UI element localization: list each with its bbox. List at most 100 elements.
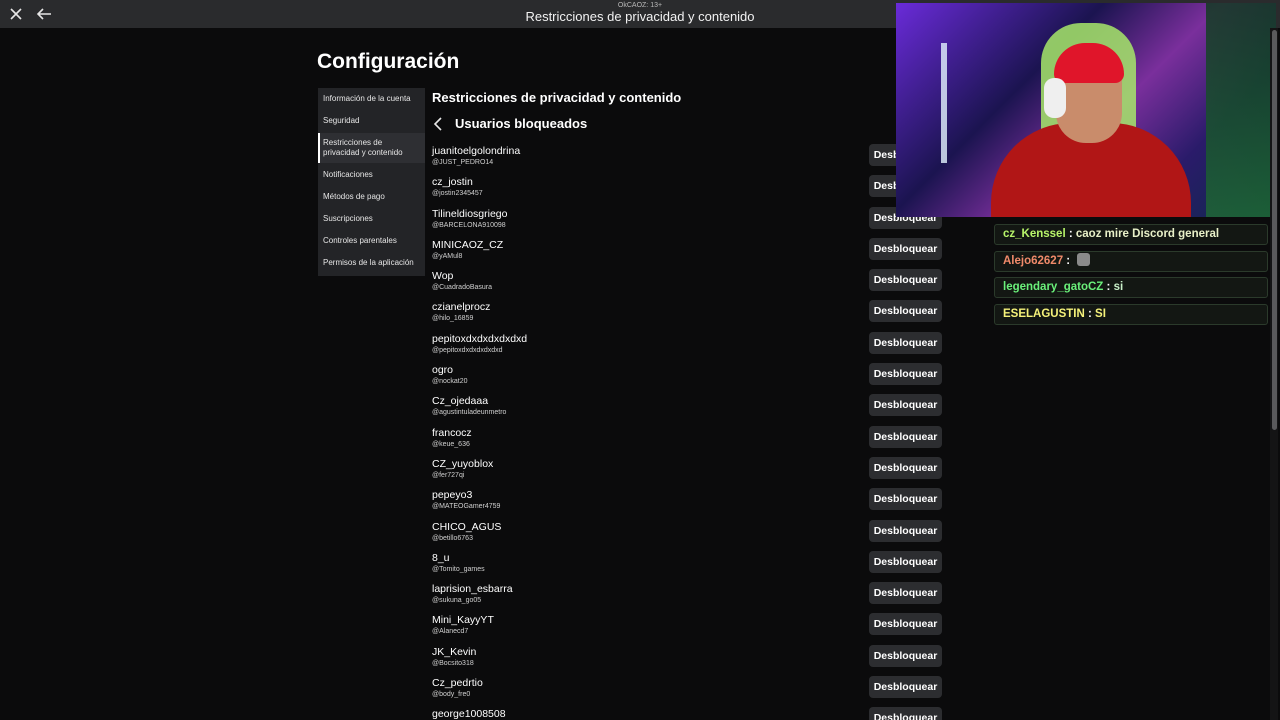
blocked-user-handle: @nockat20 <box>432 378 468 386</box>
chat-separator: : <box>1063 254 1074 267</box>
blocked-user-name[interactable]: Mini_KayyYT <box>432 614 494 626</box>
unblock-button[interactable]: Desbloquear <box>869 613 942 636</box>
blocked-user-row: juanitoelgolondrina@JUST_PEDRO14Desbloqu… <box>432 144 942 175</box>
blocked-user-row: ogro @nockat20 Desbloquear <box>432 363 942 394</box>
blocked-user-handle: @JUST_PEDRO14 <box>432 159 494 166</box>
blocked-user-name[interactable]: juanitoelgolondrina <box>432 145 520 157</box>
blocked-user-row: francocz @keue_636 Desbloquear <box>432 425 942 457</box>
unblock-button[interactable]: Desbloquear <box>869 519 942 542</box>
blocked-user-name[interactable]: francocz <box>432 427 472 439</box>
blocked-user-handle: @Bocsito318 <box>432 659 474 667</box>
settings-sidebar: Información de la cuenta Seguridad Restr… <box>318 88 425 276</box>
unblock-button[interactable]: Desbloquear <box>869 425 942 448</box>
blocked-user-row: MINICAOZ_CZ @yAMul8 Desbloquear <box>432 237 942 269</box>
blocked-user-row: czianelprocz @hilo_16859 Desbloquear <box>432 300 942 331</box>
sidebar-item-notifications[interactable]: Notificaciones <box>318 170 425 180</box>
chat-username: cz_Kenssel <box>1003 228 1066 240</box>
stream-chat: cz_Kenssel : caoz mire Discord general Al… <box>994 224 1268 331</box>
sidebar-item-parental-controls[interactable]: Controles parentales <box>318 236 425 246</box>
blocked-user-row: JK_Kevin @Bocsito318 Desbloquear <box>432 644 942 676</box>
blocked-user-handle: @hilo_16859 <box>432 315 474 323</box>
blocked-user-row: 8_u @Tomito_games Desbloquear <box>432 550 942 582</box>
blocked-user-name[interactable]: Cz_ojedaaa <box>432 395 488 407</box>
unblock-button[interactable]: Desbloquear <box>869 300 942 323</box>
sidebar-item-payment-methods[interactable]: Métodos de pago <box>318 192 425 202</box>
blocked-user-name[interactable]: CZ_yuyoblox <box>432 458 493 470</box>
subsection-back-button[interactable] <box>432 116 444 132</box>
unblock-button[interactable]: Desbloquear <box>869 644 942 667</box>
chat-emote-icon <box>1077 252 1091 266</box>
light-strip <box>941 43 947 163</box>
blocked-user-handle: @keue_636 <box>432 440 470 448</box>
blocked-users-list: juanitoelgolondrina @JUST_PEDRO14 Desbloqu… <box>432 144 942 720</box>
chat-text: SI <box>1095 308 1106 321</box>
blocked-user-name[interactable]: pepitoxdxdxdxdxdxd <box>432 333 527 345</box>
chat-separator: : <box>1103 281 1114 294</box>
blocked-user-handle: @Tomito_games <box>432 565 485 573</box>
blocked-user-row: pepeyo3 @MATEOGamer4759 Desbloquear <box>432 488 942 519</box>
blocked-user-name[interactable]: czianelprocz <box>432 301 490 313</box>
blocked-user-name[interactable]: ogro <box>432 364 453 376</box>
chat-text: si <box>1113 281 1124 294</box>
unblock-button[interactable]: Desbloquear <box>869 707 942 720</box>
blocked-user-row: CHICO_AGUS @betillo6763 Desbloquear <box>432 519 942 551</box>
blocked-user-name[interactable]: Wop <box>432 270 453 282</box>
unblock-button[interactable]: Desbloquear <box>869 488 942 511</box>
chat-separator: : <box>1065 228 1076 240</box>
blocked-user-name[interactable]: JK_Kevin <box>432 646 476 658</box>
section-title: Restricciones de privacidad y contenido <box>432 90 682 105</box>
blocked-user-handle: @Alanecd7 <box>432 628 469 636</box>
blocked-user-name[interactable]: MINICAOZ_CZ <box>432 239 503 251</box>
blocked-user-name[interactable]: Tilineldiosgriego <box>432 208 507 220</box>
unblock-button[interactable]: Desbloquear <box>869 269 942 292</box>
blocked-user-name[interactable]: laprision_esbarra <box>432 583 513 595</box>
blocked-user-row: Cz_ojedaaa @agustintuladeunmetro Desbloque… <box>432 394 942 425</box>
blocked-user-name[interactable]: Cz_pedrtio <box>432 677 483 689</box>
scrollbar-thumb[interactable] <box>1272 30 1277 430</box>
chat-message: cz_Kenssel : caoz mire Discord general <box>994 224 1268 245</box>
unblock-button[interactable]: Desbloquear <box>869 676 942 699</box>
blocked-user-row: CZ_yuyoblox @fer727qi Desbloquear <box>432 456 942 488</box>
sidebar-item-account-info[interactable]: Información de la cuenta <box>318 94 425 104</box>
unblock-button[interactable]: Desbloquear <box>869 363 942 386</box>
chat-message: ESELAGUSTIN : SI <box>994 304 1268 326</box>
chat-message: Alejo62627 : <box>994 250 1268 272</box>
blocked-user-name[interactable]: george1008508 <box>432 708 506 720</box>
unblock-button[interactable]: Desbloquear <box>869 394 942 417</box>
unblock-button[interactable]: Desbloquear <box>869 456 942 479</box>
chat-text: caoz mire Discord general <box>1075 228 1220 240</box>
sidebar-item-subscriptions[interactable]: Suscripciones <box>318 214 425 224</box>
sidebar-item-security[interactable]: Seguridad <box>318 116 425 126</box>
unblock-button[interactable]: Desbloquear <box>869 331 942 354</box>
headphones <box>1044 78 1066 118</box>
blocked-user-row: Wop @CuadradoBasura Desbloquear <box>432 269 942 300</box>
page-title: Configuración <box>317 50 460 73</box>
blocked-user-name[interactable]: cz_jostin <box>432 176 473 188</box>
webcam-overlay <box>896 3 1276 217</box>
sidebar-item-app-permissions[interactable]: Permisos de la aplicación <box>318 258 425 268</box>
unblock-button[interactable]: Desbloquear <box>869 237 942 260</box>
chat-username: Alejo62627 <box>1003 254 1064 267</box>
blocked-user-handle: @fer727qi <box>432 471 465 479</box>
blocked-user-handle: @betillo6763 <box>432 534 473 542</box>
sidebar-item-privacy[interactable]: Restricciones de privacidad y contenido <box>318 133 425 163</box>
unblock-button[interactable]: Desbloquear <box>869 550 942 573</box>
chat-message: legendary_gatoCZ : si <box>994 277 1268 299</box>
chat-username: ESELAGUSTIN <box>1003 308 1085 321</box>
blocked-user-row: laprision_esbarra @sukuna_go05 Desbloquear <box>432 582 942 613</box>
blocked-user-name[interactable]: 8_u <box>432 552 450 564</box>
plant-decor <box>1206 3 1276 217</box>
blocked-user-row: pepitoxdxdxdxdxdxd @pepitoxdxdxdxdxdxd Des… <box>432 331 942 363</box>
subsection-title: Usuarios bloqueados <box>455 116 588 131</box>
chat-username: legendary_gatoCZ <box>1003 281 1104 294</box>
blocked-user-handle: @CuadradoBasura <box>432 284 493 292</box>
blocked-user-name[interactable]: pepeyo3 <box>432 489 472 501</box>
blocked-user-handle: @BARCELONA910098 <box>432 221 506 229</box>
blocked-user-row: cz_jostin@jostin2345457Desbloquear <box>432 175 942 206</box>
blocked-user-row: Cz_pedrtio @body_fre0 Desbloquear <box>432 676 942 707</box>
chevron-left-icon <box>433 117 442 131</box>
blocked-user-handle: @jostin2345457 <box>432 190 483 198</box>
blocked-user-handle: @sukuna_go05 <box>432 597 482 605</box>
blocked-user-name[interactable]: CHICO_AGUS <box>432 521 501 533</box>
unblock-button[interactable]: Desbloquear <box>869 582 942 605</box>
